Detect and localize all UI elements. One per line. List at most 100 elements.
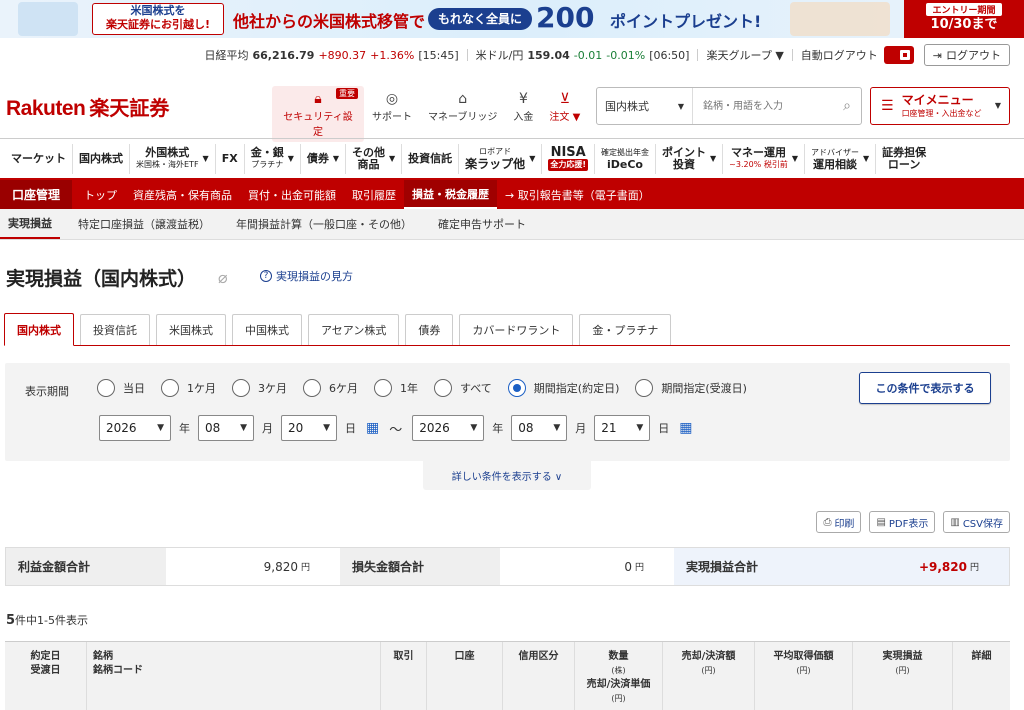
money-bridge-button[interactable]: ⌂ マネーブリッジ	[420, 86, 505, 142]
from-month-select[interactable]: 08 ▼	[198, 415, 254, 441]
to-month-select[interactable]: 08 ▼	[511, 415, 568, 441]
support-button[interactable]: ◎ サポート	[364, 86, 420, 142]
date-range: 2026 ▼ 年 08 ▼ 月 20 ▼ 日 ▦ 〜 2026 ▼ 年 08 ▼ 月 21…	[99, 415, 692, 441]
to-day-select[interactable]: 21 ▼	[594, 415, 651, 441]
nav-advisor[interactable]: アドバイザー 運用相談 ▼	[803, 143, 875, 174]
tab-realized-pnl[interactable]: 実現損益	[0, 209, 60, 239]
period-today[interactable]: 当日	[97, 379, 145, 397]
tab-domestic-stock[interactable]: 国内株式	[4, 313, 74, 346]
nav-robo-advisor[interactable]: ロボアド 楽ラップ他 ▼	[458, 143, 541, 174]
logo-jp: 楽天証券	[89, 96, 170, 120]
calendar-icon[interactable]: ▦	[679, 420, 692, 436]
my-menu-button[interactable]: ☰ マイメニュー 口座管理・入出金など ▼	[870, 87, 1010, 125]
period-6m[interactable]: 6ケ月	[303, 379, 358, 397]
account-nav-history[interactable]: 取引履歴	[344, 180, 404, 209]
tab-annual-pnl[interactable]: 年間損益計算（一般口座・その他）	[228, 209, 420, 239]
th-line: 数量	[608, 651, 629, 662]
yen-unit: 円	[634, 563, 644, 573]
period-1y[interactable]: 1年	[374, 379, 418, 397]
account-nav-reports[interactable]: → 取引報告書等（電子書面）	[497, 180, 658, 209]
search-category-select[interactable]: 国内株式 ▼	[597, 88, 693, 124]
tab-bonds[interactable]: 債券	[405, 314, 454, 345]
cart-icon: ⊻	[559, 91, 570, 107]
tab-tax-return-support[interactable]: 確定申告サポート	[430, 209, 534, 239]
nav-gold-silver[interactable]: 金・銀 プラチナ ▼	[243, 143, 300, 174]
deposit-button[interactable]: ¥ 入金	[505, 86, 541, 142]
nav-domestic-stock[interactable]: 国内株式	[72, 143, 129, 174]
chevron-down-icon: ▼	[202, 153, 209, 163]
table-header: 約定日 受渡日 銘柄 銘柄コード 取引 口座 信用区分 数量 (株) 売却/決済単価 (円…	[5, 641, 1010, 710]
banner-decoration	[790, 2, 890, 36]
nav-sub: 全力応援!	[548, 158, 588, 171]
show-more-conditions[interactable]: 詳しい条件を表示する ∨	[423, 460, 591, 490]
pdf-button[interactable]: ▤ PDF表示	[869, 511, 936, 533]
nav-label: ポイント	[662, 145, 706, 159]
my-menu-sub: 口座管理・入出金など	[901, 109, 982, 118]
account-management-label[interactable]: 口座管理	[0, 180, 73, 209]
account-nav-top[interactable]: トップ	[76, 180, 125, 209]
from-day-select[interactable]: 20 ▼	[281, 415, 337, 441]
chevron-down-icon: ▼	[710, 153, 717, 163]
search-box: 国内株式 ▼ ⌕	[596, 87, 862, 125]
calendar-icon[interactable]: ▦	[366, 420, 379, 436]
range-separator: 〜	[389, 422, 403, 438]
radio-label: 1年	[400, 382, 418, 395]
tab-asean-stock[interactable]: アセアン株式	[308, 314, 400, 345]
account-nav-pnl-tax[interactable]: 損益・税金履歴	[404, 180, 498, 209]
security-settings-button[interactable]: 重要 🔒︎ セキュリティ設定	[272, 86, 364, 142]
nav-nisa[interactable]: NISA 全力応援!	[541, 143, 594, 174]
tab-covered-warrant[interactable]: カバードワラント	[459, 314, 574, 345]
order-button[interactable]: ⊻ 注文 ▼	[541, 86, 588, 142]
radio-circle	[374, 379, 392, 397]
rakuten-group-menu[interactable]: 楽天グループ ▼	[706, 47, 783, 63]
period-3m[interactable]: 3ケ月	[232, 379, 287, 397]
auto-logout-toggle[interactable]	[883, 46, 914, 64]
search-input[interactable]	[693, 88, 833, 124]
logout-button[interactable]: ⇥ ログアウト	[923, 44, 1010, 66]
tab-specific-account-pnl[interactable]: 特定口座損益（譲渡益税）	[70, 209, 218, 239]
nav-point-invest[interactable]: ポイント 投資 ▼	[655, 143, 722, 174]
th-line: 信用区分	[518, 651, 559, 662]
nav-foreign-stock[interactable]: 外国株式 米国株・海外ETF ▼	[129, 143, 215, 174]
apply-filter-button[interactable]: この条件で表示する	[859, 372, 991, 404]
unit-year: 年	[179, 422, 190, 435]
col-detail: 詳細	[953, 642, 1010, 710]
period-1m[interactable]: 1ケ月	[161, 379, 216, 397]
howto-link[interactable]: ? 実現損益の見方	[260, 268, 353, 284]
radio-circle	[97, 379, 115, 397]
nav-sub: 楽ラップ他	[465, 157, 526, 171]
chevron-down-icon: ▼	[332, 153, 340, 163]
paperclip-icon[interactable]: ⌀	[218, 268, 228, 287]
nav-ideco[interactable]: 確定拠出年金 iDeCo	[594, 143, 655, 174]
account-nav-assets[interactable]: 資産残高・保有商品	[125, 180, 240, 209]
radio-label: すべて	[460, 382, 492, 395]
nav-market[interactable]: マーケット	[5, 144, 72, 174]
nav-bonds[interactable]: 債券 ▼	[299, 143, 345, 174]
nav-label: 債券	[306, 151, 329, 165]
account-nav-buying-power[interactable]: 買付・出金可能額	[240, 180, 344, 209]
print-button[interactable]: ⎙ 印刷	[816, 511, 862, 533]
tab-us-stock[interactable]: 米国株式	[156, 314, 226, 345]
to-year-select[interactable]: 2026 ▼	[412, 415, 485, 441]
nav-investment-trust[interactable]: 投資信託	[401, 143, 458, 174]
th-line: 受渡日	[30, 665, 61, 676]
csv-button[interactable]: ▥ CSV保存	[943, 511, 1010, 533]
nav-money-management[interactable]: マネー運用 ~3.20% 税引前 ▼	[722, 143, 804, 174]
from-year-select[interactable]: 2026 ▼	[99, 415, 171, 441]
rakuten-logo[interactable]: Rakuten 楽天証券	[6, 92, 169, 121]
important-badge: 重要	[336, 88, 358, 99]
unit-month: 月	[262, 422, 273, 435]
tab-investment-trust[interactable]: 投資信託	[80, 314, 150, 345]
tab-gold-platinum[interactable]: 金・プラチナ	[579, 314, 672, 345]
nav-securities-loan[interactable]: 証券担保 ローン	[875, 143, 932, 174]
period-settle-date[interactable]: 期間指定(受渡日)	[635, 379, 747, 397]
tab-china-stock[interactable]: 中国株式	[232, 314, 302, 345]
search-icon[interactable]: ⌕	[833, 98, 861, 114]
nav-other-products[interactable]: その他 商品 ▼	[345, 143, 401, 174]
period-all[interactable]: すべて	[434, 379, 492, 397]
loss-total-value: 0円	[500, 548, 674, 585]
nav-fx[interactable]: FX	[214, 143, 244, 174]
period-trade-date[interactable]: 期間指定(約定日)	[507, 379, 619, 397]
promo-banner[interactable]: 米国株式を 楽天証券にお引越し! 他社からの米国株式移管で もれなく全員に 20…	[0, 0, 1024, 38]
count-number: 5	[6, 613, 16, 628]
